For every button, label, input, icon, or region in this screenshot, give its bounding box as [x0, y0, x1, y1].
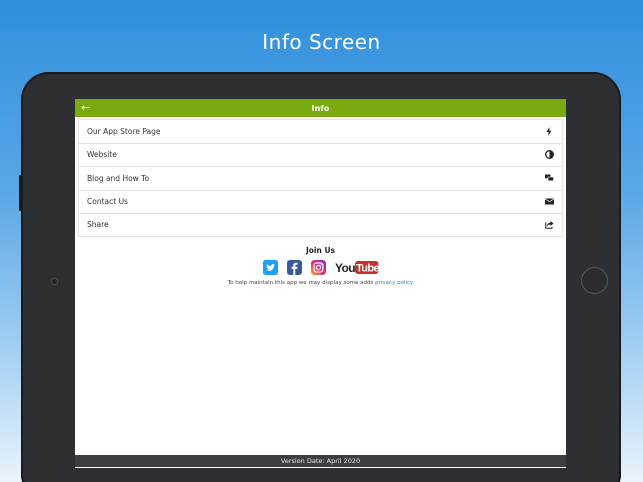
facebook-icon[interactable] [286, 259, 302, 275]
menu-item-contact[interactable]: Contact Us [78, 189, 563, 213]
svg-text:Tube: Tube [356, 262, 379, 274]
version-footer: Version Date: April 2020 [75, 455, 566, 467]
promo-title: Info Screen [262, 30, 381, 54]
menu-item-label: Contact Us [87, 197, 128, 207]
twitter-icon[interactable] [262, 259, 278, 275]
social-links: You Tube [75, 259, 566, 275]
join-us-title: Join Us [305, 245, 336, 255]
menu-item-blog[interactable]: Blog and How To [78, 166, 563, 190]
menu-item-label: Blog and How To [87, 173, 150, 183]
app-screen: ← Info Our App Store Page Website Blog a… [75, 99, 566, 468]
join-us-section: Join Us You Tube To help maintain this a… [75, 246, 566, 286]
app-header: ← Info [75, 99, 566, 117]
menu-item-share[interactable]: Share [78, 213, 563, 237]
menu-item-app-store[interactable]: Our App Store Page [78, 119, 563, 143]
tablet-side-button [19, 175, 22, 211]
globe-icon [544, 150, 554, 160]
privacy-policy-link[interactable]: privacy policy [375, 280, 413, 286]
tablet-camera [51, 278, 58, 285]
share-icon [544, 220, 554, 230]
menu-item-label: Our App Store Page [87, 126, 161, 136]
ads-note-text: To help maintain this app we may display… [227, 279, 374, 286]
chat-icon [544, 173, 554, 183]
menu-item-label: Share [87, 220, 109, 230]
app-store-icon [544, 126, 554, 136]
ads-note: To help maintain this app we may display… [75, 280, 566, 286]
mail-icon [544, 197, 554, 207]
youtube-icon[interactable]: You Tube [335, 260, 379, 275]
info-menu-list: Our App Store Page Website Blog and How … [75, 117, 566, 237]
back-arrow-icon[interactable]: ← [81, 101, 90, 115]
menu-item-website[interactable]: Website [78, 142, 563, 166]
instagram-icon[interactable] [310, 259, 326, 275]
tablet-home-button[interactable] [581, 267, 608, 294]
version-date: Version Date: April 2020 [280, 457, 361, 465]
page-title: Info [311, 103, 330, 113]
svg-text:You: You [335, 261, 355, 275]
menu-item-label: Website [87, 150, 117, 160]
